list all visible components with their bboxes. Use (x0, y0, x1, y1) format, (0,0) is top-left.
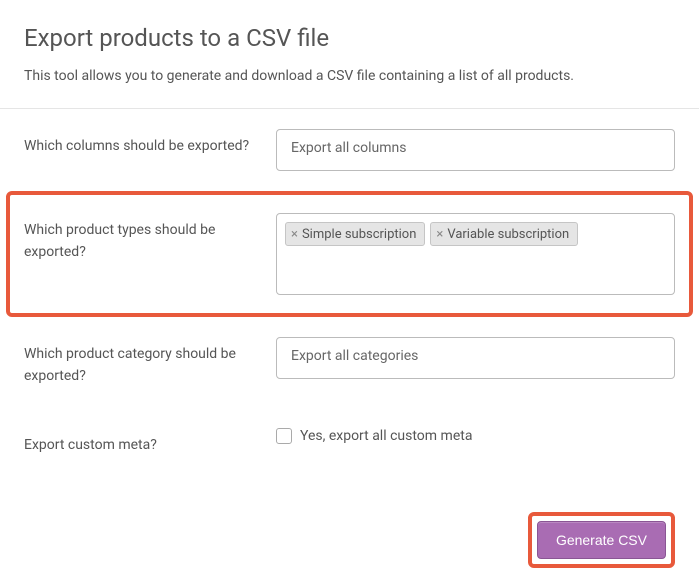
tag-simple-subscription[interactable]: × Simple subscription (285, 222, 425, 246)
tag-variable-subscription[interactable]: × Variable subscription (430, 222, 578, 246)
tag-label: Variable subscription (447, 227, 569, 242)
product-types-row: Which product types should be exported? … (6, 191, 693, 317)
product-types-label: Which product types should be exported? (24, 213, 260, 264)
columns-row: Which columns should be exported? Export… (24, 109, 675, 191)
page-description: This tool allows you to generate and dow… (24, 68, 675, 84)
product-types-input[interactable]: × Simple subscription × Variable subscri… (276, 213, 675, 295)
custom-meta-checkbox-label: Yes, export all custom meta (300, 428, 472, 444)
generate-highlight: Generate CSV (528, 512, 675, 568)
custom-meta-row: Export custom meta? Yes, export all cust… (24, 408, 675, 476)
category-row: Which product category should be exporte… (24, 317, 675, 408)
tag-label: Simple subscription (302, 227, 416, 242)
close-icon[interactable]: × (436, 227, 443, 242)
page-title: Export products to a CSV file (24, 24, 675, 52)
actions-row: Generate CSV (24, 512, 675, 588)
generate-csv-button[interactable]: Generate CSV (537, 521, 666, 559)
close-icon[interactable]: × (291, 227, 298, 242)
columns-select[interactable]: Export all columns (276, 129, 675, 171)
custom-meta-checkbox[interactable] (276, 428, 292, 444)
category-select[interactable]: Export all categories (276, 337, 675, 379)
columns-label: Which columns should be exported? (24, 129, 260, 157)
category-label: Which product category should be exporte… (24, 337, 260, 388)
custom-meta-label: Export custom meta? (24, 428, 260, 456)
